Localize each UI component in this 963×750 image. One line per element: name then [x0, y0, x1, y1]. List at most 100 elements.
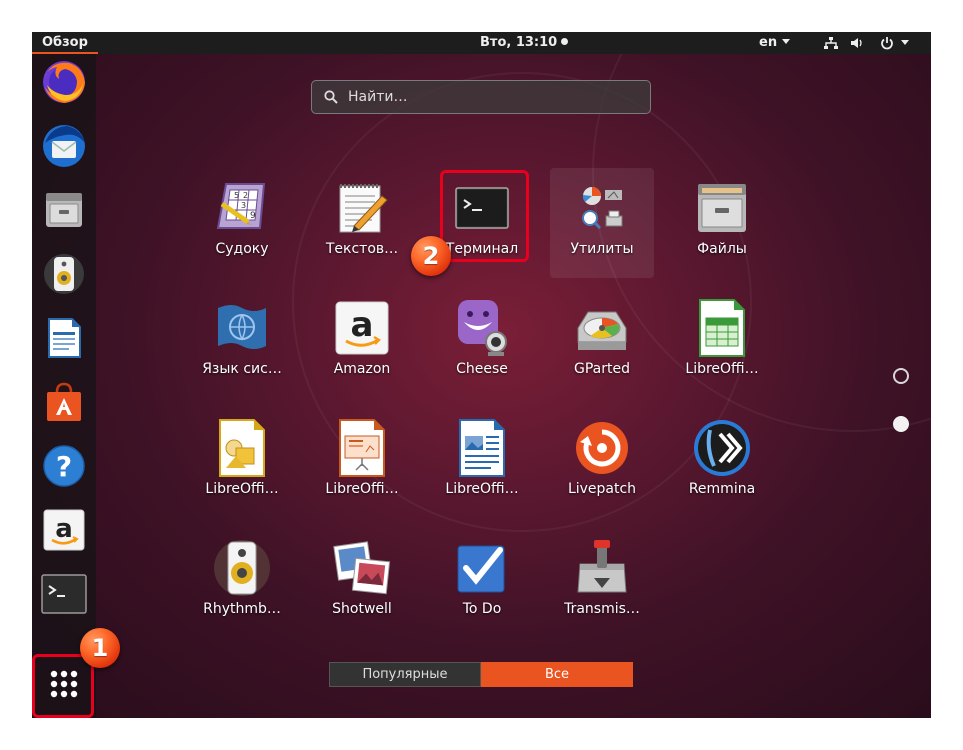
text-editor-icon — [339, 184, 388, 233]
utilities-folder-icon — [582, 187, 623, 230]
tab-popular[interactable]: Популярные — [329, 662, 481, 687]
app-label: LibreOffi… — [325, 481, 399, 497]
app-label: LibreOffi… — [205, 481, 279, 497]
app-libreoffice-draw[interactable]: LibreOffi… — [182, 408, 302, 518]
app-files[interactable]: Файлы — [662, 168, 782, 278]
libreoffice-writer-icon — [459, 419, 505, 477]
transmission-icon — [577, 540, 627, 593]
shotwell-icon — [333, 541, 391, 595]
app-label: Язык сис… — [202, 361, 282, 377]
app-cheese[interactable]: Cheese — [422, 288, 542, 398]
app-label: Remmina — [688, 481, 756, 497]
app-amazon[interactable]: a Amazon — [302, 288, 422, 398]
terminal-highlight-box — [440, 170, 529, 262]
app-label: LibreOffi… — [445, 481, 519, 497]
help-icon: ? — [43, 445, 85, 487]
app-label: Файлы — [697, 241, 747, 257]
language-indicator[interactable]: en — [759, 32, 791, 53]
dock-amazon[interactable]: a — [40, 506, 88, 554]
app-label: Судоку — [215, 241, 269, 257]
app-shotwell[interactable]: Shotwell — [302, 528, 422, 638]
livepatch-icon — [576, 422, 628, 474]
app-libreoffice-calc[interactable]: LibreOffi… — [662, 288, 782, 398]
ubuntu-software-icon — [47, 382, 81, 421]
activities-button[interactable]: Обзор — [32, 32, 98, 54]
page-indicator-2-active[interactable] — [893, 416, 909, 432]
app-sudoku[interactable]: 52 39 Судоку — [182, 168, 302, 278]
step-marker-1: 1 — [80, 628, 120, 668]
app-label: Текстов… — [325, 241, 399, 257]
app-label: LibreOffi… — [685, 361, 759, 377]
app-label: Amazon — [333, 361, 391, 377]
dock-thunderbird[interactable] — [40, 122, 88, 170]
terminal-icon — [41, 574, 87, 614]
libreoffice-impress-icon — [339, 419, 385, 477]
app-gparted[interactable]: GParted — [542, 288, 662, 398]
app-remmina[interactable]: Remmina — [662, 408, 782, 518]
remmina-icon — [694, 420, 750, 476]
app-rhythmbox[interactable]: Rhythmb… — [182, 528, 302, 638]
desktop-overview: Обзор Вто, 13:10 en ? a Найти… 5 2 3 9 С… — [32, 32, 931, 718]
dock-rhythmbox[interactable] — [40, 250, 88, 298]
notification-dot-icon — [561, 38, 569, 45]
language-label: en — [759, 35, 778, 50]
tab-all[interactable]: Все — [481, 662, 633, 687]
firefox-icon — [43, 61, 85, 103]
libreoffice-draw-icon — [219, 419, 265, 477]
thunderbird-icon — [43, 125, 85, 167]
chevron-down-icon[interactable] — [901, 40, 909, 45]
clock[interactable]: Вто, 13:10 — [480, 32, 569, 53]
app-livepatch[interactable]: Livepatch — [542, 408, 662, 518]
libreoffice-calc-icon — [699, 299, 745, 357]
dock-ubuntu-software[interactable] — [40, 378, 88, 426]
app-label: Livepatch — [567, 481, 637, 497]
app-label: Утилиты — [570, 241, 634, 257]
svg-text:3: 3 — [241, 201, 246, 210]
page-indicator-1[interactable] — [893, 368, 909, 384]
amazon-icon: a — [43, 509, 85, 551]
svg-text:a: a — [55, 514, 73, 544]
top-bar: Обзор Вто, 13:10 en — [32, 32, 931, 54]
svg-text:2: 2 — [243, 191, 248, 200]
files-icon — [46, 193, 82, 227]
cheese-icon — [458, 300, 507, 356]
power-icon[interactable] — [880, 36, 894, 50]
search-placeholder: Найти… — [348, 89, 408, 105]
dock-firefox[interactable] — [40, 58, 88, 106]
svg-text:?: ? — [56, 450, 72, 483]
dock: ? a — [32, 54, 96, 718]
sudoku-icon: 52 39 — [216, 183, 266, 229]
gparted-icon — [577, 311, 627, 350]
svg-text:a: a — [351, 305, 374, 345]
search-input[interactable]: Найти… — [311, 80, 651, 114]
svg-text:5: 5 — [234, 191, 239, 200]
step-marker-2: 2 — [411, 236, 451, 276]
dock-libreoffice-writer[interactable] — [40, 314, 88, 362]
app-label: GParted — [574, 361, 630, 377]
volume-icon[interactable] — [850, 36, 864, 50]
amazon-icon: a — [335, 301, 389, 355]
app-utilities-folder[interactable]: Утилиты — [550, 168, 654, 278]
dock-terminal[interactable] — [40, 570, 88, 618]
dock-files[interactable] — [40, 186, 88, 234]
app-label: Transmis… — [564, 601, 640, 617]
dock-help[interactable]: ? — [40, 442, 88, 490]
app-language-support[interactable]: Язык сис… — [182, 288, 302, 398]
app-todo[interactable]: To Do — [422, 528, 542, 638]
app-libreoffice-writer[interactable]: LibreOffi… — [422, 408, 542, 518]
files-icon — [698, 184, 746, 232]
network-icon[interactable] — [824, 36, 838, 50]
todo-icon — [457, 545, 505, 593]
chevron-down-icon — [782, 39, 791, 44]
app-libreoffice-impress[interactable]: LibreOffi… — [302, 408, 422, 518]
app-label: Cheese — [456, 361, 508, 377]
app-label: To Do — [462, 601, 502, 617]
show-apps-highlight-box — [32, 654, 94, 718]
clock-label: Вто, 13:10 — [480, 35, 558, 50]
app-text-editor[interactable]: Текстов… — [302, 168, 422, 278]
search-icon — [324, 90, 338, 104]
app-label: Rhythmb… — [203, 601, 281, 617]
rhythmbox-icon — [44, 254, 84, 294]
rhythmbox-icon — [214, 540, 270, 596]
app-transmission[interactable]: Transmis… — [542, 528, 662, 638]
